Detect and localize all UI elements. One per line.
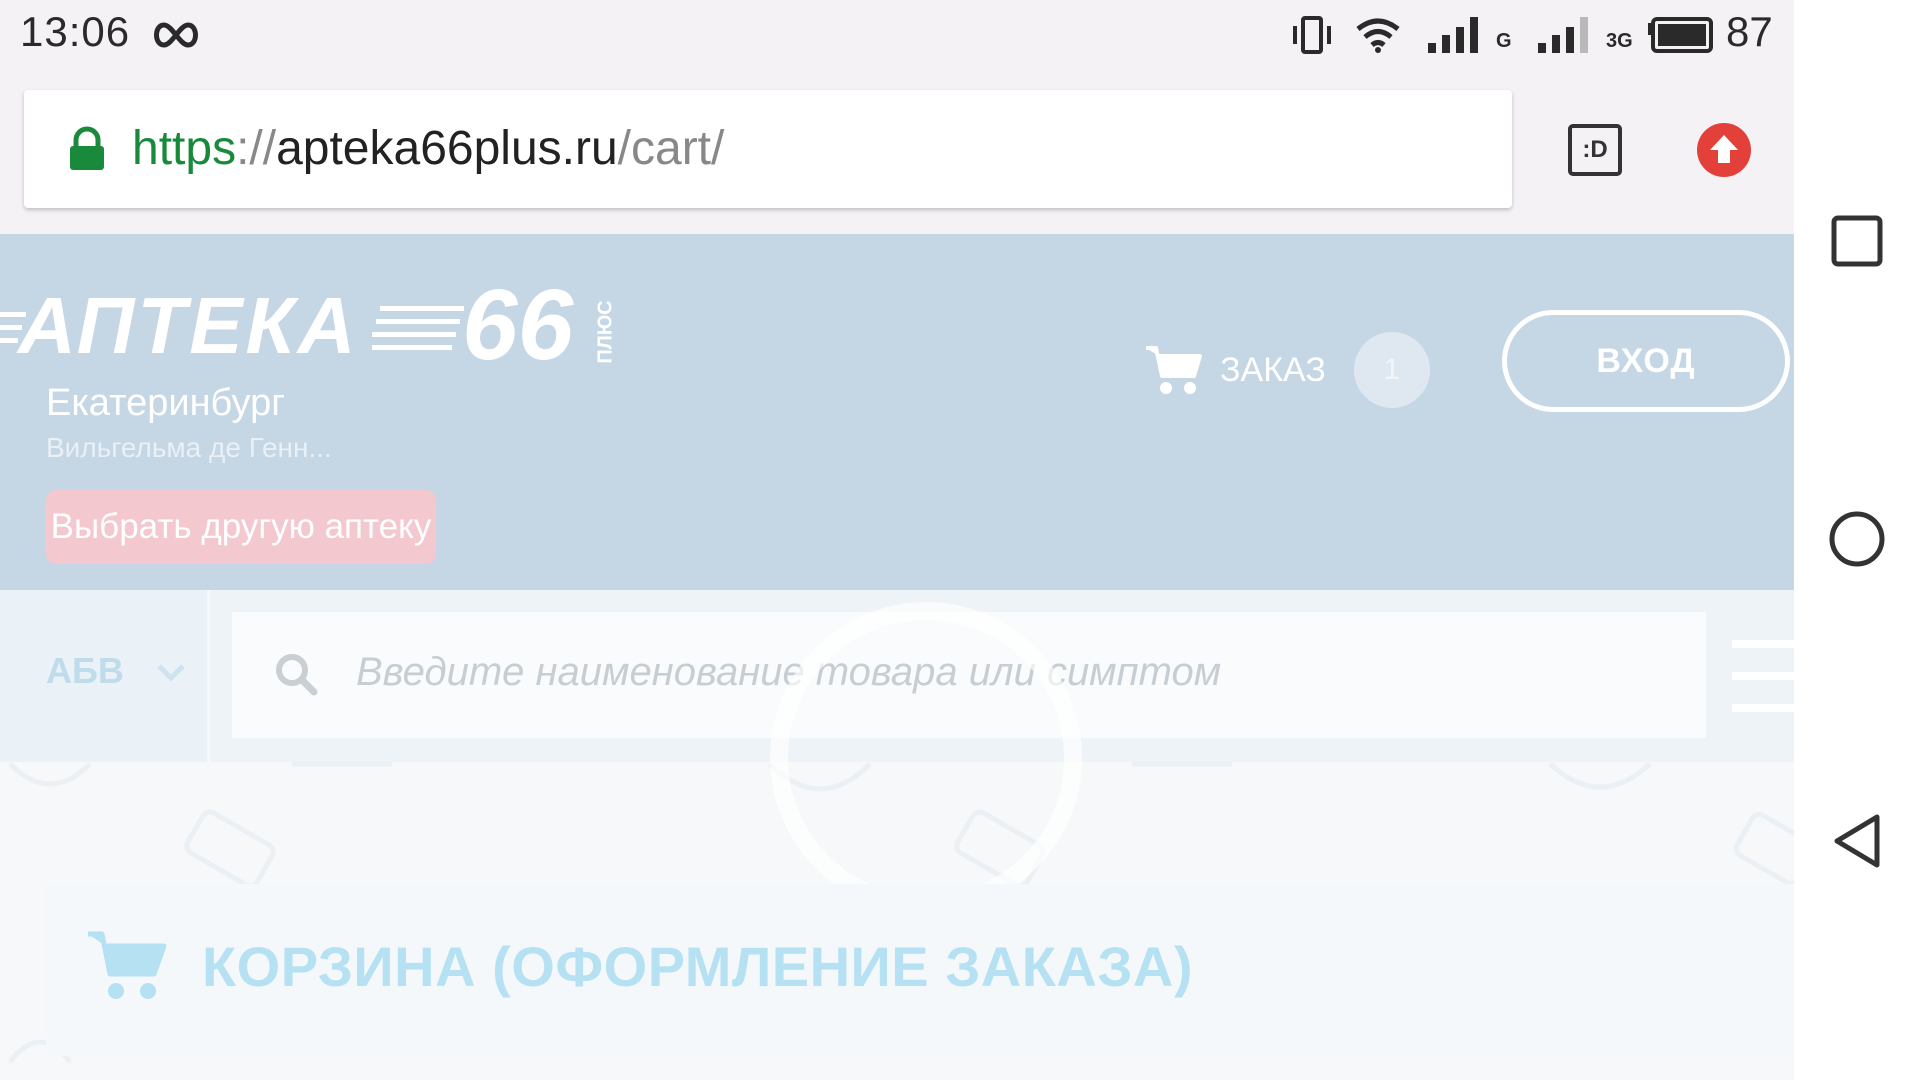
cart-section: КОРЗИНА (ОФОРМЛЕНИЕ ЗАКАЗА) [46,884,1794,1056]
home-icon[interactable] [1812,494,1902,584]
loading-spinner [770,602,1082,914]
wifi-icon [1354,12,1402,58]
network-type-2: 3G [1606,30,1633,52]
logo-number: 66 [462,269,574,381]
recent-apps-icon[interactable] [1812,196,1902,286]
abc-filter-label: АБВ [46,650,124,691]
url-separator: :// [236,122,277,175]
url-text[interactable]: https://apteka66plus.ru/cart/ [132,118,724,180]
site-logo[interactable]: АПТЕКА 66 ПЛЮС [0,270,620,380]
logo-word: АПТЕКА [18,281,359,370]
battery-level: 87 [1726,8,1773,55]
search-icon [276,654,318,696]
url-scheme: https [132,122,237,175]
chevron-down-icon [157,664,185,682]
city-name[interactable]: Екатеринбург [46,382,285,425]
pharmacy-address: Вильгельма де Генн... [46,432,332,463]
cart-title: КОРЗИНА (ОФОРМЛЕНИЕ ЗАКАЗА) [202,935,1194,998]
cart-icon [1146,346,1202,394]
order-count-badge: 1 [1353,332,1430,408]
menu-icon[interactable] [1732,640,1794,712]
url-path: /cart/ [617,122,725,175]
phone-screen: 13:06 G 3G 87 https://apteka66plus.ru/ca… [0,0,1794,1080]
screen: 13:06 G 3G 87 https://apteka66plus.ru/ca… [0,0,1920,1080]
login-button[interactable]: ВХОД [1502,310,1790,412]
logo-speed-lines [372,306,464,350]
status-bar: 13:06 G 3G 87 [0,0,1794,70]
logo-plus: ПЛЮС [594,300,617,364]
cart-icon [88,931,167,999]
infinity-icon [148,12,204,58]
web-content: АПТЕКА 66 ПЛЮС Екатеринбург Вильгельма д… [0,234,1794,1080]
tab-switcher-icon[interactable]: :D [1568,124,1622,176]
choose-pharmacy-button[interactable]: Выбрать другую аптеку [46,490,436,564]
back-icon[interactable] [1812,796,1902,886]
status-time: 13:06 [20,8,131,55]
android-navigation-bar [1794,0,1920,1080]
lock-icon[interactable] [66,126,108,172]
order-label: ЗАКАЗ [1220,350,1326,389]
network-type-1: G [1496,30,1512,52]
signal-icon [1426,12,1486,58]
signal-icon [1536,12,1596,58]
update-icon[interactable] [1696,122,1752,178]
browser-toolbar: https://apteka66plus.ru/cart/ :D [0,70,1794,234]
battery-icon [1646,12,1714,58]
site-header: АПТЕКА 66 ПЛЮС Екатеринбург Вильгельма д… [0,234,1794,590]
url-host: apteka66plus.ru [276,122,618,175]
vibrate-icon [1290,12,1334,58]
address-bar[interactable]: https://apteka66plus.ru/cart/ [24,90,1512,208]
order-cart-link[interactable]: ЗАКАЗ 1 [1144,330,1430,410]
abc-filter-dropdown[interactable]: АБВ [0,590,210,762]
